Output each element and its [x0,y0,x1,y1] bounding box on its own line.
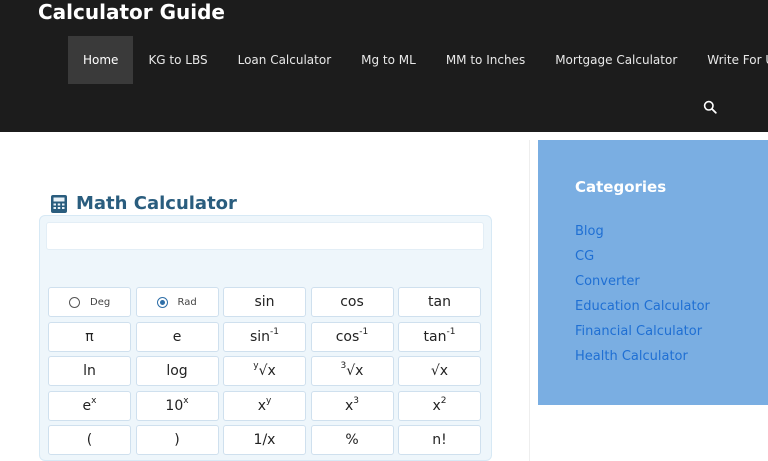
y-root-index: y [253,361,259,371]
rad-radio[interactable]: Rad [135,287,219,317]
search-icon[interactable] [703,100,717,114]
arccos-sup: -1 [359,326,369,337]
calculator-heading: Math Calculator [50,193,237,214]
sin-key[interactable]: sin [223,287,306,317]
cube-key[interactable]: x3 [310,390,394,421]
site-header: Calculator Guide Home KG to LBS Loan Cal… [0,0,768,132]
nav-item-write-for-us[interactable]: Write For Us [692,36,768,84]
category-link-converter[interactable]: Converter [575,273,710,298]
category-link-education-calculator[interactable]: Education Calculator [575,298,710,323]
rad-label: Rad [177,296,197,308]
cube-base: x [344,397,354,414]
content-divider [529,140,530,461]
ln-key[interactable]: ln [48,356,131,386]
exp-sup: x [91,395,97,406]
nav-item-mortgage-calculator[interactable]: Mortgage Calculator [540,36,692,84]
calculator-display[interactable] [46,222,484,250]
arctan-base: tan [423,328,447,345]
calculator-keypad: Deg Rad sin cos tan π e sin -1 cos -1 tan -… [48,287,481,455]
categories-sidebar: Categories Blog CG Converter Education C… [538,140,768,405]
site-title[interactable]: Calculator Guide [38,0,225,24]
square-root-key[interactable]: √x [398,356,481,386]
ten-power-sup: x [183,395,189,406]
deg-label: Deg [90,296,111,308]
left-paren-key[interactable]: ( [48,425,131,455]
arcsin-sup: -1 [270,326,280,337]
factorial-key[interactable]: n! [398,425,481,455]
cos-key[interactable]: cos [310,287,394,317]
ten-power-key[interactable]: 10 x [135,390,219,421]
rad-radio-circle[interactable] [156,296,168,308]
arcsin-key[interactable]: sin -1 [223,321,306,352]
cube-root-main: √x [346,363,364,379]
main-nav: Home KG to LBS Loan Calculator Mg to ML … [68,36,768,84]
category-list: Blog CG Converter Education Calculator F… [575,223,710,373]
exp-key[interactable]: ex [48,390,131,421]
square-sup: 2 [440,395,447,406]
exp-base: e [82,397,92,414]
sidebar-title: Categories [575,178,667,196]
e-key[interactable]: e [135,321,219,352]
y-root-key[interactable]: y √x [223,356,306,386]
nav-item-loan-calculator[interactable]: Loan Calculator [223,36,347,84]
power-sup: y [265,395,272,406]
cube-root-key[interactable]: 3 √x [310,356,394,386]
power-base: x [257,397,266,414]
ten-power-base: 10 [165,397,184,414]
category-link-financial-calculator[interactable]: Financial Calculator [575,323,710,348]
nav-item-home[interactable]: Home [68,36,134,84]
cube-sup: 3 [353,395,360,406]
tan-key[interactable]: tan [398,287,481,317]
power-key[interactable]: xy [223,390,306,421]
right-paren-key[interactable]: ) [135,425,219,455]
arccos-key[interactable]: cos -1 [310,321,394,352]
percent-key[interactable]: % [310,425,394,455]
category-link-cg[interactable]: CG [575,248,710,273]
square-base: x [432,397,441,414]
arctan-sup: -1 [446,326,456,337]
pi-key[interactable]: π [48,321,131,352]
y-root-main: √x [258,363,276,379]
page-title: Math Calculator [76,193,237,214]
deg-radio-circle[interactable] [69,296,80,308]
cube-root-index: 3 [340,361,347,371]
arcsin-base: sin [249,328,271,345]
category-link-health-calculator[interactable]: Health Calculator [575,348,710,373]
calculator-icon [51,194,67,213]
arctan-key[interactable]: tan -1 [398,321,481,352]
nav-item-kg-to-lbs[interactable]: KG to LBS [133,36,222,84]
category-link-blog[interactable]: Blog [575,223,710,248]
deg-radio[interactable]: Deg [48,287,131,317]
nav-item-mm-to-inches[interactable]: MM to Inches [431,36,540,84]
square-key[interactable]: x2 [398,390,481,421]
arccos-base: cos [335,328,360,345]
nav-item-mg-to-ml[interactable]: Mg to ML [346,36,431,84]
log-key[interactable]: log [135,356,219,386]
reciprocal-key[interactable]: 1/x [223,425,306,455]
